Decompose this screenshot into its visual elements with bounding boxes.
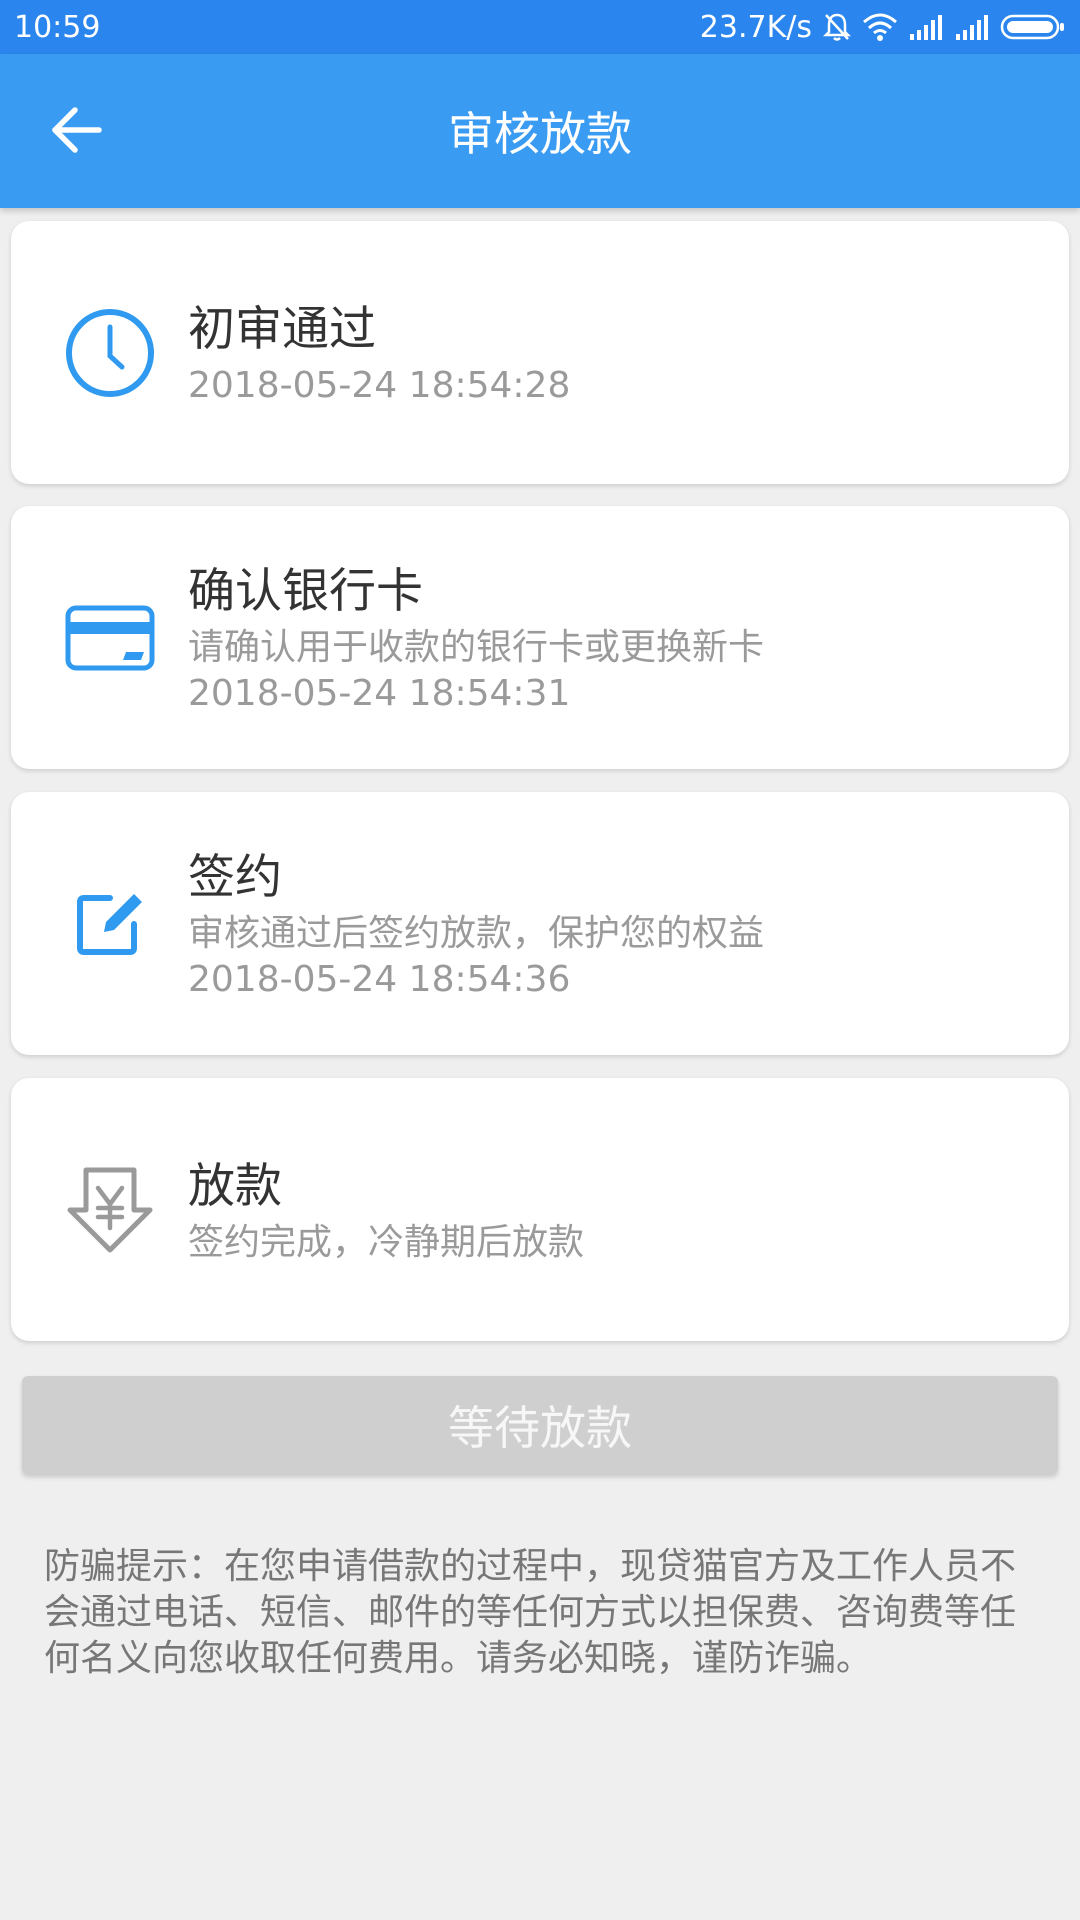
bank-card-icon — [57, 585, 163, 691]
step-title: 签约 — [188, 849, 282, 905]
step-card-first-review: 初审通过 2018-05-24 18:54:28 — [11, 221, 1069, 484]
step-title: 初审通过 — [188, 301, 376, 357]
anti-fraud-notice: 防骗提示：在您申请借款的过程中，现贷猫官方及工作人员不会通过电话、短信、邮件的等… — [44, 1546, 1017, 1679]
status-bar: 10:59 23.7K/s — [0, 0, 1080, 54]
signal-icon — [954, 14, 990, 40]
yuan-down-icon — [57, 1157, 163, 1263]
status-icons: 23.7K/s — [700, 10, 1066, 45]
edit-icon — [57, 871, 163, 977]
status-time: 10:59 — [14, 9, 101, 45]
back-button[interactable] — [40, 96, 112, 168]
step-subtitle: 请确认用于收款的银行卡或更换新卡 — [188, 626, 765, 668]
arrow-left-icon — [49, 106, 103, 158]
step-subtitle: 审核通过后签约放款，保护您的权益 — [188, 912, 765, 954]
step-time: 2018-05-24 18:54:28 — [188, 364, 571, 406]
step-time: 2018-05-24 18:54:36 — [188, 958, 571, 1000]
wifi-icon — [862, 12, 898, 42]
step-text: 签约 审核通过后签约放款，保护您的权益 2018-05-24 18:54:36 — [188, 845, 1049, 1003]
step-text: 放款 签约完成，冷静期后放款 — [188, 1154, 1049, 1266]
step-time: 2018-05-24 18:54:31 — [188, 672, 571, 714]
bell-muted-icon — [822, 11, 852, 43]
battery-icon — [1000, 13, 1066, 41]
step-text: 初审通过 2018-05-24 18:54:28 — [188, 297, 1049, 409]
wait-disbursement-button[interactable]: 等待放款 — [22, 1376, 1058, 1474]
step-title: 放款 — [188, 1158, 282, 1214]
page-title: 审核放款 — [448, 107, 632, 161]
step-title: 确认银行卡 — [188, 563, 423, 619]
clock-icon — [57, 300, 163, 406]
step-card-disbursement: 放款 签约完成，冷静期后放款 — [11, 1078, 1069, 1341]
step-card-confirm-bank-card[interactable]: 确认银行卡 请确认用于收款的银行卡或更换新卡 2018-05-24 18:54:… — [11, 506, 1069, 769]
step-subtitle: 签约完成，冷静期后放款 — [188, 1221, 585, 1263]
signal-icon — [908, 14, 944, 40]
app-bar: 审核放款 — [0, 54, 1080, 208]
step-text: 确认银行卡 请确认用于收款的银行卡或更换新卡 2018-05-24 18:54:… — [188, 559, 1049, 717]
step-card-sign-contract[interactable]: 签约 审核通过后签约放款，保护您的权益 2018-05-24 18:54:36 — [11, 792, 1069, 1055]
network-speed: 23.7K/s — [699, 9, 812, 45]
